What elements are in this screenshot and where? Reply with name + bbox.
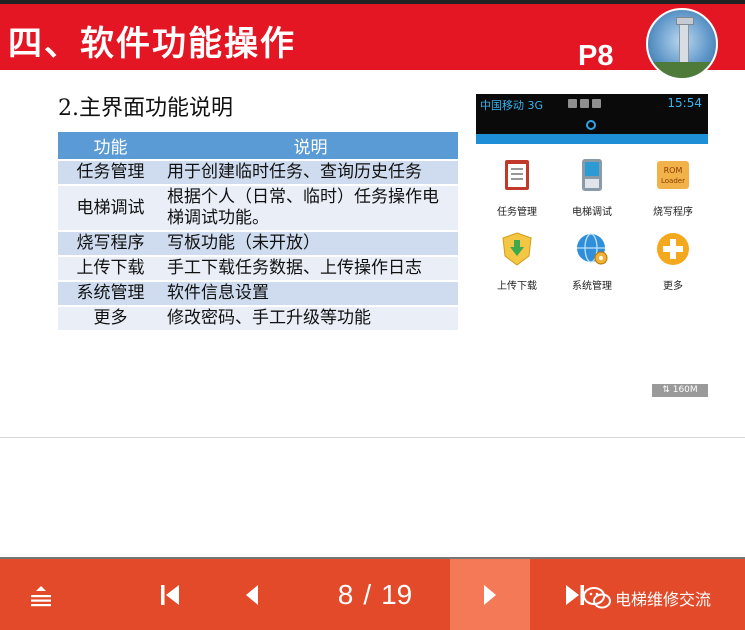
table-header-description: 说明 <box>163 132 458 159</box>
app-upload-download[interactable]: 上传下载 <box>478 232 556 298</box>
watermark-text: 电梯维修交流 <box>615 590 712 609</box>
table-header-function: 功能 <box>58 132 163 159</box>
table-row: 电梯调试 根据个人（日常、临时）任务操作电梯调试功能。 <box>58 186 458 230</box>
slide-title: 四、软件功能操作 <box>8 24 296 64</box>
function-description: 手工下载任务数据、上传操作日志 <box>163 257 458 280</box>
function-name: 烧写程序 <box>58 232 163 255</box>
previous-icon <box>246 584 258 605</box>
wechat-icon <box>583 587 611 609</box>
function-description: 根据个人（日常、临时）任务操作电梯调试功能。 <box>163 186 458 230</box>
phone-screenshot: 中国移动 3G 15:54 任务管理 电梯调试 ROM Loader 烧写程序 … <box>476 94 708 439</box>
table-row: 系统管理 软件信息设置 <box>58 282 458 305</box>
app-flash-program[interactable]: ROM Loader 烧写程序 <box>634 158 712 224</box>
clipboard-icon <box>505 160 529 190</box>
content-divider <box>0 437 745 438</box>
table-row: 任务管理 用于创建临时任务、查询历史任务 <box>58 161 458 184</box>
table-row: 烧写程序 写板功能（未开放） <box>58 232 458 255</box>
upload-download-icon <box>502 232 532 266</box>
app-task-management[interactable]: 任务管理 <box>478 158 556 224</box>
loading-indicator-icon <box>586 120 596 130</box>
skip-first-icon <box>161 584 179 605</box>
function-description: 写板功能（未开放） <box>163 232 458 255</box>
function-name: 更多 <box>58 307 163 330</box>
slide-viewer: 四、软件功能操作 P8 2.主界面功能说明 功能 说明 任务管理 用于创建临时任… <box>0 0 745 630</box>
app-label: 更多 <box>663 281 683 292</box>
current-page: 8 <box>337 578 354 610</box>
app-label: 上传下载 <box>497 281 537 292</box>
loader-icon-text: Loader <box>661 177 685 185</box>
rom-icon-text: ROM <box>664 166 683 175</box>
table-row: 更多 修改密码、手工升级等功能 <box>58 307 458 330</box>
function-name: 系统管理 <box>58 282 163 305</box>
menu-button[interactable] <box>20 559 62 630</box>
section-subtitle: 2.主界面功能说明 <box>58 96 233 121</box>
next-icon <box>484 584 496 605</box>
next-page-button[interactable] <box>450 559 530 630</box>
app-label: 烧写程序 <box>653 207 693 218</box>
app-elevator-debug[interactable]: 电梯调试 <box>553 158 631 224</box>
carrier-label: 中国移动 3G <box>480 99 544 112</box>
globe-gear-icon <box>577 233 608 265</box>
table-row: 上传下载 手工下载任务数据、上传操作日志 <box>58 257 458 280</box>
rom-loader-icon: ROM Loader <box>657 161 689 189</box>
memory-label: 160M <box>672 385 698 395</box>
function-name: 上传下载 <box>58 257 163 280</box>
clock-label: 15:54 <box>667 96 702 110</box>
function-description: 用于创建临时任务、查询历史任务 <box>163 161 458 184</box>
total-pages: 19 <box>381 578 413 610</box>
memory-indicator: ⇅ 160M <box>652 384 708 397</box>
status-icons <box>568 98 628 108</box>
phone-status-bar: 中国移动 3G 15:54 <box>476 94 708 134</box>
function-name: 任务管理 <box>58 161 163 184</box>
previous-page-button[interactable] <box>232 559 272 630</box>
app-label: 系统管理 <box>572 281 612 292</box>
function-description: 软件信息设置 <box>163 282 458 305</box>
page-separator: / <box>363 578 372 610</box>
menu-icon <box>31 585 51 606</box>
slide-header: 四、软件功能操作 P8 <box>0 4 745 72</box>
function-table: 功能 说明 任务管理 用于创建临时任务、查询历史任务 电梯调试 根据个人（日常、… <box>58 130 458 332</box>
first-page-button[interactable] <box>150 559 190 630</box>
app-more[interactable]: 更多 <box>634 232 712 298</box>
function-description: 修改密码、手工升级等功能 <box>163 307 458 330</box>
tower-logo-icon <box>646 8 718 80</box>
app-system-management[interactable]: 系统管理 <box>553 232 631 298</box>
plus-icon <box>657 233 689 265</box>
app-label: 电梯调试 <box>572 207 612 218</box>
wechat-watermark: 电梯维修交流 <box>583 586 711 610</box>
page-indicator: 8 / 19 <box>320 559 430 630</box>
function-name: 电梯调试 <box>58 186 163 230</box>
page-label: P8 <box>578 40 614 72</box>
phone-title-strip <box>476 134 708 144</box>
app-label: 任务管理 <box>497 207 537 218</box>
handheld-device-icon <box>582 159 602 191</box>
